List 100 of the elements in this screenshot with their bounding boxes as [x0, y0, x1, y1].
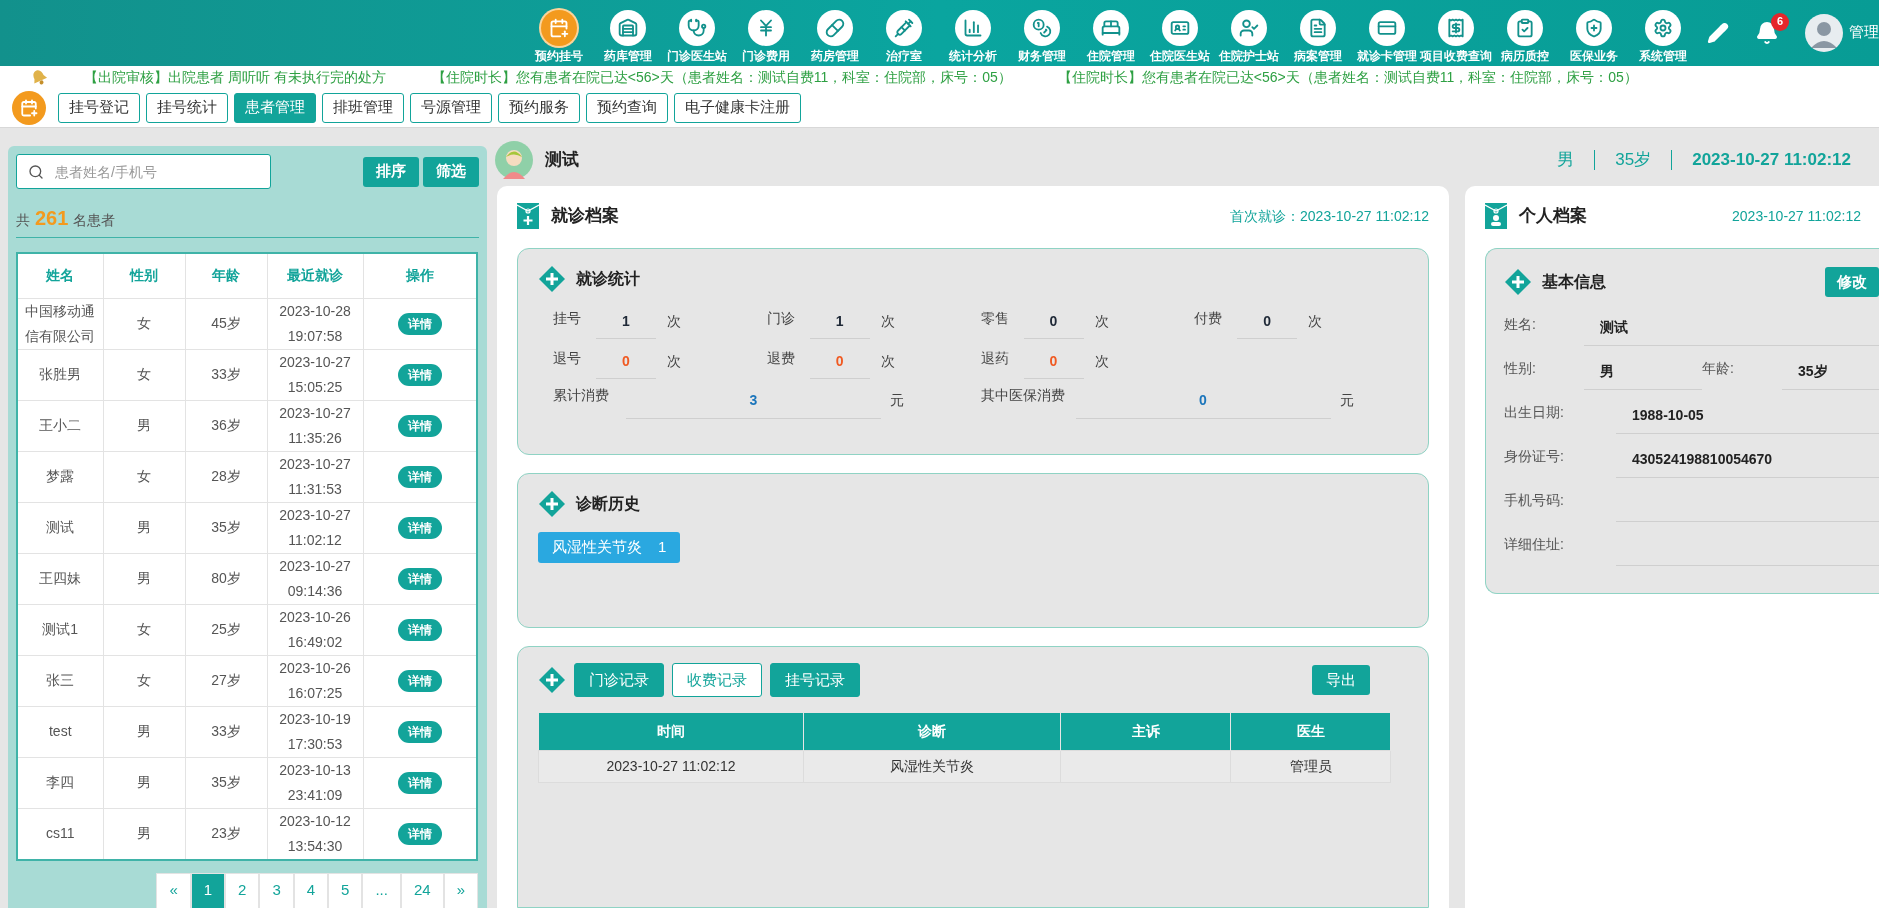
- module-tab[interactable]: 排班管理: [322, 92, 404, 123]
- export-button[interactable]: 导出: [1312, 665, 1370, 695]
- nav-item[interactable]: 治疗室: [869, 10, 938, 63]
- column-header: 诊断: [803, 713, 1061, 750]
- edit-button[interactable]: 修改: [1825, 267, 1879, 297]
- details-button[interactable]: 详情: [397, 669, 442, 692]
- field-value: 430524198810054670: [1616, 440, 1879, 478]
- table-cell: 27岁: [185, 655, 267, 706]
- page-button[interactable]: 1: [190, 872, 226, 908]
- search-field[interactable]: 患者姓名/手机号: [16, 154, 271, 189]
- created-time: 2023-10-27 11:02:12: [1732, 206, 1861, 226]
- sort-button[interactable]: 排序: [363, 156, 419, 187]
- page-button[interactable]: 4: [293, 872, 329, 908]
- table-cell: 张胜男: [17, 349, 103, 400]
- nav-item[interactable]: 药房管理: [800, 10, 869, 63]
- card-title: 个人档案: [1519, 205, 1587, 228]
- record-tab[interactable]: 挂号记录: [770, 663, 860, 697]
- diamond-plus-icon: [538, 490, 566, 518]
- stat-value: 3: [626, 381, 881, 419]
- user-avatar[interactable]: [1805, 13, 1843, 52]
- details-button[interactable]: 详情: [397, 822, 442, 845]
- table-cell: 女: [103, 451, 185, 502]
- table-cell: 男: [103, 502, 185, 553]
- pencil-icon[interactable]: [1707, 21, 1729, 44]
- nav-item[interactable]: 预约挂号: [524, 10, 593, 63]
- table-cell: 风湿性关节炎: [803, 750, 1061, 782]
- page-button[interactable]: 24: [400, 872, 444, 908]
- patient-age: 35岁: [1615, 149, 1652, 172]
- record-tab[interactable]: 收费记录: [672, 663, 762, 697]
- user-name[interactable]: 管理: [1849, 21, 1879, 44]
- yen-icon: [747, 10, 784, 46]
- nav-item[interactable]: 门诊费用: [731, 10, 800, 63]
- details-button[interactable]: 详情: [397, 363, 442, 386]
- settings-icon: [1644, 10, 1681, 46]
- table-cell: 2023-10-26 16:07:25: [267, 655, 363, 706]
- page-button[interactable]: «: [156, 872, 191, 908]
- field-label: 性别:: [1504, 358, 1537, 378]
- syringe-icon: [885, 10, 922, 46]
- record-tab[interactable]: 门诊记录: [574, 663, 664, 697]
- stat-value: 1: [596, 303, 656, 339]
- page-button[interactable]: ...: [362, 872, 401, 908]
- page-button[interactable]: »: [443, 872, 478, 908]
- nav-item[interactable]: 系统管理: [1628, 10, 1697, 63]
- module-tab[interactable]: 预约服务: [498, 92, 580, 123]
- stat-value: 1: [809, 303, 870, 339]
- nav-item[interactable]: 病案管理: [1283, 10, 1352, 63]
- nav-item[interactable]: 项目收费查询: [1421, 10, 1490, 63]
- table-cell: 女: [103, 655, 185, 706]
- stat-label: 零售: [980, 308, 1010, 328]
- section-title: 就诊统计: [576, 269, 640, 289]
- card-title: 就诊档案: [551, 205, 619, 228]
- stat-unit: 次: [667, 351, 681, 371]
- module-tab[interactable]: 电子健康卡注册: [674, 92, 801, 123]
- stat-unit: 元: [1339, 390, 1354, 410]
- module-tab[interactable]: 预约查询: [586, 92, 668, 123]
- document-icon: [1299, 10, 1336, 46]
- notice-text[interactable]: 【出院审核】出院患者 周听听 有未执行完的处方: [84, 66, 386, 88]
- notice-text[interactable]: 【住院时长】您有患者在院已达<56>天（患者姓名：测试自费11，科室：住院部，床号：05）: [1057, 66, 1638, 88]
- stat-label: 其中医保消费: [980, 385, 1066, 405]
- module-tab[interactable]: 患者管理: [234, 92, 316, 123]
- details-button[interactable]: 详情: [397, 465, 442, 488]
- nav-item[interactable]: 门诊医生站: [662, 10, 731, 63]
- table-cell: 33岁: [185, 706, 267, 757]
- table-cell: 2023-10-27 09:14:36: [267, 553, 363, 604]
- details-button[interactable]: 详情: [397, 516, 442, 539]
- details-button[interactable]: 详情: [397, 618, 442, 641]
- details-button[interactable]: 详情: [397, 567, 442, 590]
- module-tab[interactable]: 号源管理: [410, 92, 492, 123]
- table-cell: 男: [103, 400, 185, 451]
- table-cell: 80岁: [185, 553, 267, 604]
- nav-item[interactable]: 住院护士站: [1214, 10, 1283, 63]
- module-tab[interactable]: 挂号登记: [58, 92, 140, 123]
- table-cell: 中国移动通信有限公司: [17, 298, 103, 349]
- page-button[interactable]: 2: [225, 872, 260, 908]
- diamond-plus-icon: [1504, 268, 1532, 296]
- diagnosis-tag[interactable]: 风湿性关节炎 1: [538, 532, 681, 563]
- details-button[interactable]: 详情: [397, 771, 442, 794]
- table-cell: 2023-10-28 19:07:58: [267, 298, 363, 349]
- nav-item[interactable]: 药库管理: [593, 10, 662, 63]
- nav-item[interactable]: 统计分析: [938, 10, 1007, 63]
- details-button[interactable]: 详情: [397, 720, 442, 743]
- field-value: 男: [1584, 352, 1702, 390]
- nav-item[interactable]: 医保业务: [1559, 10, 1628, 63]
- details-button[interactable]: 详情: [397, 312, 442, 335]
- details-button[interactable]: 详情: [397, 414, 442, 437]
- module-tab[interactable]: 挂号统计: [146, 92, 228, 123]
- nav-item[interactable]: 住院管理: [1076, 10, 1145, 63]
- nav-item[interactable]: 住院医生站: [1145, 10, 1214, 63]
- warehouse-icon: [609, 10, 646, 46]
- page-button[interactable]: 3: [259, 872, 294, 908]
- bell-icon[interactable]: [1755, 20, 1779, 45]
- column-header: 医生: [1230, 713, 1391, 750]
- column-header: 最近就诊: [267, 253, 363, 298]
- table-cell: 35岁: [185, 757, 267, 808]
- nav-item[interactable]: 财务管理: [1007, 10, 1076, 63]
- filter-button[interactable]: 筛选: [423, 156, 479, 187]
- table-cell: 35岁: [185, 502, 267, 553]
- nav-item[interactable]: 就诊卡管理: [1352, 10, 1421, 63]
- page-button[interactable]: 5: [328, 872, 363, 908]
- notice-text[interactable]: 【住院时长】您有患者在院已达<56>天（患者姓名：测试自费11，科室：住院部，床号：05）: [431, 66, 1012, 88]
